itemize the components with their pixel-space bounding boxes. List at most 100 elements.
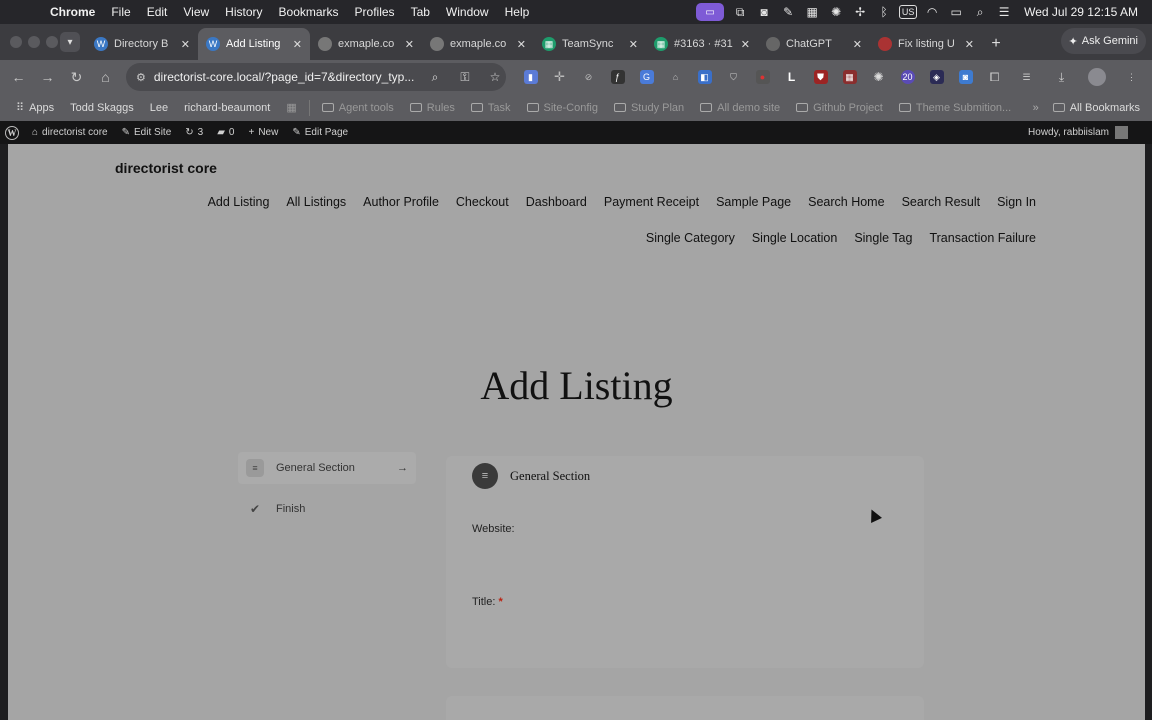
close-tab-icon[interactable]: ✕ xyxy=(629,38,638,51)
close-tab-icon[interactable]: ✕ xyxy=(405,38,414,51)
forward-button[interactable]: → xyxy=(33,63,62,91)
close-tab-icon[interactable]: ✕ xyxy=(741,38,750,51)
battery-icon[interactable]: ▭ xyxy=(944,0,968,24)
menu-edit[interactable]: Edit xyxy=(139,5,176,19)
extension-l-icon[interactable]: L xyxy=(777,63,806,91)
chrome-menu-icon[interactable]: ⋮ xyxy=(1117,63,1146,91)
nav-link[interactable]: Checkout xyxy=(456,195,509,209)
menu-file[interactable]: File xyxy=(103,5,138,19)
tab-search-chevron-icon[interactable]: ▾ xyxy=(60,32,80,52)
close-tab-icon[interactable]: ✕ xyxy=(965,38,974,51)
bookmark-lee[interactable]: Lee xyxy=(142,102,176,114)
wp-comments[interactable]: ▰ 0 xyxy=(210,127,241,138)
wp-new[interactable]: + New xyxy=(241,127,285,138)
bookmark-todd-skaggs[interactable]: Todd Skaggs xyxy=(62,102,142,114)
menu-tab[interactable]: Tab xyxy=(403,5,438,19)
bookmark-folder-3[interactable]: Site-Config xyxy=(519,102,606,114)
bookmark-apps[interactable]: ⠿ Apps xyxy=(8,101,62,115)
wordpress-logo-icon[interactable]: W xyxy=(5,125,19,140)
nav-link[interactable]: Single Location xyxy=(752,231,837,245)
bookmark-star-icon[interactable]: ☆ xyxy=(484,70,506,84)
menu-help[interactable]: Help xyxy=(497,5,538,19)
site-title[interactable]: directorist core xyxy=(115,160,217,176)
nav-link[interactable]: Single Category xyxy=(646,231,735,245)
extension-15-icon[interactable]: ◈ xyxy=(922,63,951,91)
bookmark-folder-4[interactable]: Study Plan xyxy=(606,102,692,114)
minimize-window-icon[interactable] xyxy=(28,36,40,48)
chatgpt-status-icon[interactable]: ✺ xyxy=(824,0,848,24)
wp-updates[interactable]: ↻ 3 xyxy=(178,127,210,138)
nav-link[interactable]: Sign In xyxy=(997,195,1036,209)
reading-list-icon[interactable]: ☰ xyxy=(1012,63,1041,91)
tab-2[interactable]: exmaple.co ✕ xyxy=(310,28,422,60)
close-tab-icon[interactable]: ✕ xyxy=(853,38,862,51)
new-tab-button[interactable]: + xyxy=(982,28,1010,60)
wp-site-name[interactable]: ⌂ directorist core xyxy=(25,127,115,138)
extension-4-icon[interactable]: ƒ xyxy=(603,63,632,91)
nav-link[interactable]: Payment Receipt xyxy=(604,195,699,209)
pin-icon[interactable]: ✢ xyxy=(848,0,872,24)
bluetooth-icon[interactable]: ᛒ xyxy=(872,0,896,24)
wifi-icon[interactable]: ◠ xyxy=(920,0,944,24)
address-bar[interactable]: ⚙ directorist-core.local/?page_id=7&dire… xyxy=(126,63,506,91)
wp-edit-page[interactable]: ✎ Edit Page xyxy=(285,127,355,138)
extension-3-icon[interactable]: ⊘ xyxy=(574,63,603,91)
status-app-icon[interactable]: ◙ xyxy=(752,0,776,24)
menu-view[interactable]: View xyxy=(175,5,217,19)
all-bookmarks[interactable]: All Bookmarks xyxy=(1052,102,1140,114)
menu-app-name[interactable]: Chrome xyxy=(42,5,103,19)
nav-link[interactable]: Single Tag xyxy=(854,231,912,245)
extensions-puzzle-icon[interactable]: ⧠ xyxy=(980,63,1009,91)
extension-2-icon[interactable]: ✛ xyxy=(545,63,574,91)
extension-1-icon[interactable]: ▮ xyxy=(516,63,545,91)
bookmark-folder-1[interactable]: Rules xyxy=(402,102,463,114)
screenshot-icon[interactable]: ⧉ xyxy=(728,0,752,24)
bookmark-richard-beaumont[interactable]: richard-beaumont xyxy=(176,102,278,114)
pen-icon[interactable]: ✎ xyxy=(776,0,800,24)
nav-link[interactable]: Search Home xyxy=(808,195,884,209)
extension-6-icon[interactable]: ⌂ xyxy=(661,63,690,91)
shield-icon[interactable]: ⛉ xyxy=(719,63,748,91)
step-finish[interactable]: ✔ Finish xyxy=(238,493,416,525)
close-tab-icon[interactable]: ✕ xyxy=(293,38,302,51)
home-button[interactable]: ⌂ xyxy=(91,63,120,91)
bookmarks-overflow-icon[interactable]: » xyxy=(1033,102,1039,114)
nav-link[interactable]: Author Profile xyxy=(363,195,439,209)
extension-9-icon[interactable]: ● xyxy=(748,63,777,91)
nav-link[interactable]: Search Result xyxy=(902,195,981,209)
spotlight-search-icon[interactable]: ⌕ xyxy=(968,0,992,24)
user-avatar[interactable] xyxy=(1115,126,1128,139)
reload-button[interactable]: ↻ xyxy=(62,63,91,91)
menu-bookmarks[interactable]: Bookmarks xyxy=(271,5,347,19)
step-general-section[interactable]: ≡ General Section → xyxy=(238,452,416,484)
back-button[interactable]: ← xyxy=(4,63,33,91)
wp-howdy[interactable]: Howdy, rabbiislam xyxy=(1028,127,1109,138)
nav-link[interactable]: Sample Page xyxy=(716,195,791,209)
password-key-icon[interactable]: ⚿ xyxy=(454,70,476,85)
wp-edit-site[interactable]: ✎ Edit Site xyxy=(115,127,179,138)
ublock-icon[interactable]: ⛊ xyxy=(806,63,835,91)
ask-gemini-button[interactable]: ✦ Ask Gemini xyxy=(1060,28,1146,54)
download-icon[interactable]: ⤓ xyxy=(1047,63,1076,91)
tab-3[interactable]: exmaple.co ✕ xyxy=(422,28,534,60)
tab-0[interactable]: W Directory B ✕ xyxy=(86,28,198,60)
site-info-icon[interactable]: ⚙ xyxy=(136,71,146,84)
nav-link[interactable]: Dashboard xyxy=(526,195,587,209)
nav-link[interactable]: All Listings xyxy=(286,195,346,209)
menu-clock[interactable]: Wed Jul 29 12:15 AM xyxy=(1016,5,1152,19)
screen-recording-icon[interactable]: ▭ xyxy=(696,3,725,21)
zoom-window-icon[interactable] xyxy=(46,36,58,48)
tab-1[interactable]: W Add Listing ✕ xyxy=(198,28,310,60)
bookmark-folder-0[interactable]: Agent tools xyxy=(314,102,402,114)
profile-avatar-icon[interactable] xyxy=(1082,63,1111,91)
bookmark-folder-6[interactable]: Github Project xyxy=(788,102,891,114)
bookmark-folder-2[interactable]: Task xyxy=(463,102,519,114)
extension-14-icon[interactable]: 20 xyxy=(893,63,922,91)
extension-16-icon[interactable]: ◙ xyxy=(951,63,980,91)
nav-link[interactable]: Transaction Failure xyxy=(929,231,1036,245)
tab-7[interactable]: Fix listing U ✕ xyxy=(870,28,982,60)
extension-7-icon[interactable]: ◧ xyxy=(690,63,719,91)
nav-link[interactable]: Add Listing xyxy=(208,195,270,209)
zoom-icon[interactable]: ⌕ xyxy=(424,70,446,85)
translate-icon[interactable]: G xyxy=(632,63,661,91)
